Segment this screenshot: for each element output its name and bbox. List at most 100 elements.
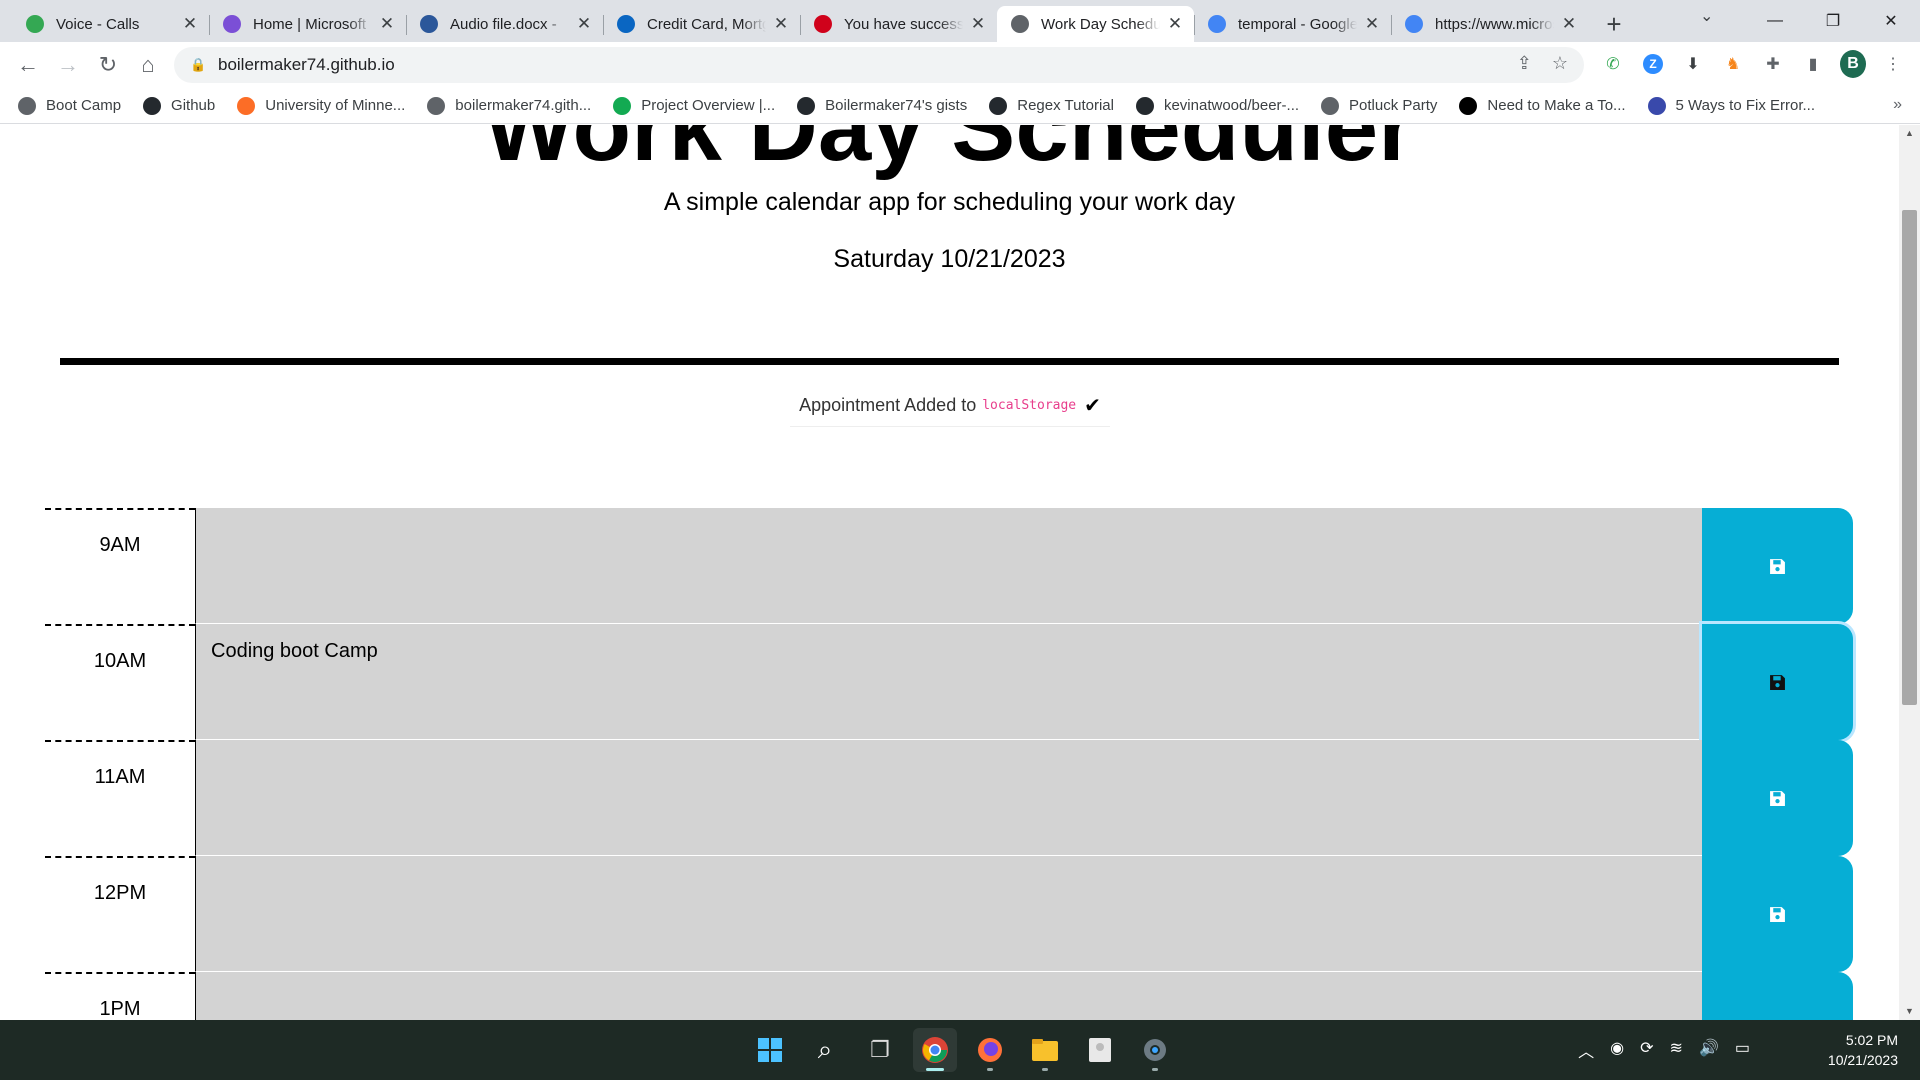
firefox-icon[interactable] bbox=[968, 1028, 1012, 1072]
notepad-icon[interactable] bbox=[1078, 1028, 1122, 1072]
saved-notice-code: localStorage bbox=[982, 398, 1077, 413]
bookmark-item[interactable]: boilermaker74.gith... bbox=[427, 96, 592, 115]
browser-tab[interactable]: Work Day Scheduler ✕ bbox=[997, 6, 1194, 42]
lock-icon[interactable]: 🔒 bbox=[190, 57, 206, 73]
bookmark-label: Project Overview |... bbox=[641, 97, 776, 114]
volume-icon[interactable]: 🔊 bbox=[1699, 1038, 1719, 1062]
url-text[interactable]: boilermaker74.github.io bbox=[218, 55, 395, 75]
tab-title: Credit Card, Mortgage bbox=[647, 15, 766, 33]
close-tab-icon[interactable]: ✕ bbox=[575, 14, 593, 34]
close-tab-icon[interactable]: ✕ bbox=[181, 14, 199, 34]
time-block-row: 11AM bbox=[45, 740, 1853, 856]
battery-icon[interactable]: ▭ bbox=[1735, 1038, 1750, 1062]
tab-title: Home | Microsoft bbox=[253, 15, 367, 33]
file-explorer-icon[interactable] bbox=[1023, 1028, 1067, 1072]
event-description-input[interactable] bbox=[195, 740, 1702, 856]
save-button[interactable] bbox=[1702, 740, 1853, 856]
settings-icon[interactable] bbox=[1133, 1028, 1177, 1072]
bookmark-item[interactable]: Need to Make a To... bbox=[1459, 96, 1626, 115]
sync-icon[interactable]: ⟳ bbox=[1640, 1038, 1653, 1062]
chrome-menu-icon[interactable]: ⋮ bbox=[1880, 50, 1906, 78]
browser-tab[interactable]: You have successfully ✕ bbox=[800, 6, 997, 42]
save-button[interactable] bbox=[1702, 624, 1853, 740]
restore-button[interactable]: ❐ bbox=[1804, 0, 1862, 42]
bookmark-label: Boot Camp bbox=[46, 97, 122, 114]
avatar[interactable]: B bbox=[1840, 50, 1866, 78]
zoom-extension-icon[interactable]: Z bbox=[1640, 50, 1666, 78]
side-panel-icon[interactable]: ▮ bbox=[1800, 50, 1826, 78]
address-bar[interactable]: 🔒 boilermaker74.github.io ⇪ ☆ bbox=[174, 47, 1584, 83]
bookmarks-overflow-icon[interactable]: » bbox=[1893, 96, 1902, 114]
reload-icon[interactable]: ↻ bbox=[88, 47, 128, 83]
event-description-input[interactable] bbox=[195, 508, 1702, 624]
save-icon bbox=[1769, 674, 1786, 691]
close-tab-icon[interactable]: ✕ bbox=[1166, 14, 1184, 34]
google-voice-extension-icon[interactable]: ✆ bbox=[1600, 50, 1626, 78]
scrollbar-thumb[interactable] bbox=[1902, 210, 1917, 705]
bookmarks-bar: Boot Camp Github University of Minne... boi… bbox=[0, 88, 1920, 124]
chrome-icon[interactable] bbox=[913, 1028, 957, 1072]
start-icon[interactable] bbox=[748, 1028, 792, 1072]
bookmark-item[interactable]: Boilermaker74's gists bbox=[797, 96, 967, 115]
bookmark-item[interactable]: Regex Tutorial bbox=[989, 96, 1114, 115]
time-block-list: 9AM 10AM Coding boot Camp 11AM 12PM 1PM bbox=[45, 508, 1853, 1020]
new-tab-button[interactable]: + bbox=[1594, 6, 1634, 42]
bookmark-item[interactable]: Github bbox=[143, 96, 215, 115]
tab-title: Audio file.docx - bbox=[450, 15, 557, 33]
download-extension-icon[interactable]: ⬇ bbox=[1680, 50, 1706, 78]
search-icon[interactable]: ⌕ bbox=[803, 1028, 847, 1072]
google-icon bbox=[1405, 15, 1423, 33]
event-description-input[interactable] bbox=[195, 972, 1702, 1020]
close-tab-icon[interactable]: ✕ bbox=[1560, 14, 1578, 34]
minimize-button[interactable]: — bbox=[1746, 0, 1804, 42]
browser-tab[interactable]: temporal - Google ✕ bbox=[1194, 6, 1391, 42]
save-button[interactable] bbox=[1702, 508, 1853, 624]
close-tab-icon[interactable]: ✕ bbox=[772, 14, 790, 34]
browser-tab[interactable]: Credit Card, Mortgage ✕ bbox=[603, 6, 800, 42]
back-icon[interactable]: ← bbox=[8, 47, 48, 83]
wifi-icon[interactable]: ≋ bbox=[1670, 1038, 1683, 1062]
saved-notice-text: Appointment Added to bbox=[799, 395, 977, 415]
bookmark-label: Potluck Party bbox=[1349, 97, 1438, 114]
bookmark-item[interactable]: University of Minne... bbox=[237, 96, 405, 115]
browser-tab[interactable]: https://www.microsoft ✕ bbox=[1391, 6, 1588, 42]
scroll-up-arrow-icon[interactable]: ▲ bbox=[1899, 125, 1920, 142]
clock-time: 5:02 PM bbox=[1845, 1032, 1898, 1048]
task-view-icon[interactable]: ❐ bbox=[858, 1028, 902, 1072]
steam-icon[interactable]: ◉ bbox=[1610, 1038, 1624, 1062]
bookmark-item[interactable]: Boot Camp bbox=[18, 96, 122, 115]
bookmark-label: boilermaker74.gith... bbox=[455, 97, 592, 114]
share-icon[interactable]: ⇪ bbox=[1517, 53, 1532, 74]
scroll-down-arrow-icon[interactable]: ▼ bbox=[1899, 1003, 1920, 1020]
save-button[interactable] bbox=[1702, 972, 1853, 1020]
tab-search-icon[interactable]: ⌄ bbox=[1700, 6, 1713, 26]
bookmark-star-icon[interactable]: ☆ bbox=[1552, 53, 1568, 74]
save-icon bbox=[1769, 558, 1786, 575]
globe-icon bbox=[1011, 15, 1029, 33]
page-scrollbar[interactable]: ▲ ▼ bbox=[1899, 125, 1920, 1020]
time-block-row: 9AM bbox=[45, 508, 1853, 624]
browser-tab[interactable]: Home | Microsoft ✕ bbox=[209, 6, 406, 42]
browser-tab[interactable]: Audio file.docx - ✕ bbox=[406, 6, 603, 42]
forward-icon[interactable]: → bbox=[48, 47, 88, 83]
bookmark-item[interactable]: 5 Ways to Fix Error... bbox=[1647, 96, 1815, 115]
extensions-puzzle-icon[interactable]: ✚ bbox=[1760, 50, 1786, 78]
github-icon bbox=[1135, 96, 1154, 115]
show-hidden-icons-icon[interactable]: ︿ bbox=[1578, 1038, 1594, 1062]
save-button[interactable] bbox=[1702, 856, 1853, 972]
microsoft-icon bbox=[223, 15, 241, 33]
bookmark-item[interactable]: Potluck Party bbox=[1321, 96, 1438, 115]
browser-tab[interactable]: Voice - Calls ✕ bbox=[12, 6, 209, 42]
close-tab-icon[interactable]: ✕ bbox=[1363, 14, 1381, 34]
event-description-input[interactable] bbox=[195, 856, 1702, 972]
event-description-input[interactable]: Coding boot Camp bbox=[195, 624, 1702, 740]
bookmark-item[interactable]: Project Overview |... bbox=[613, 96, 776, 115]
close-tab-icon[interactable]: ✕ bbox=[378, 14, 396, 34]
taskbar-clock[interactable]: 5:02 PM 10/21/2023 bbox=[1828, 1030, 1898, 1070]
bookmark-item[interactable]: kevinatwood/beer-... bbox=[1135, 96, 1299, 115]
bookmark-label: Regex Tutorial bbox=[1017, 97, 1114, 114]
close-tab-icon[interactable]: ✕ bbox=[969, 14, 987, 34]
close-window-button[interactable]: ✕ bbox=[1862, 0, 1920, 42]
home-icon[interactable]: ⌂ bbox=[128, 47, 168, 83]
fox-extension-icon[interactable]: ♞ bbox=[1720, 50, 1746, 78]
